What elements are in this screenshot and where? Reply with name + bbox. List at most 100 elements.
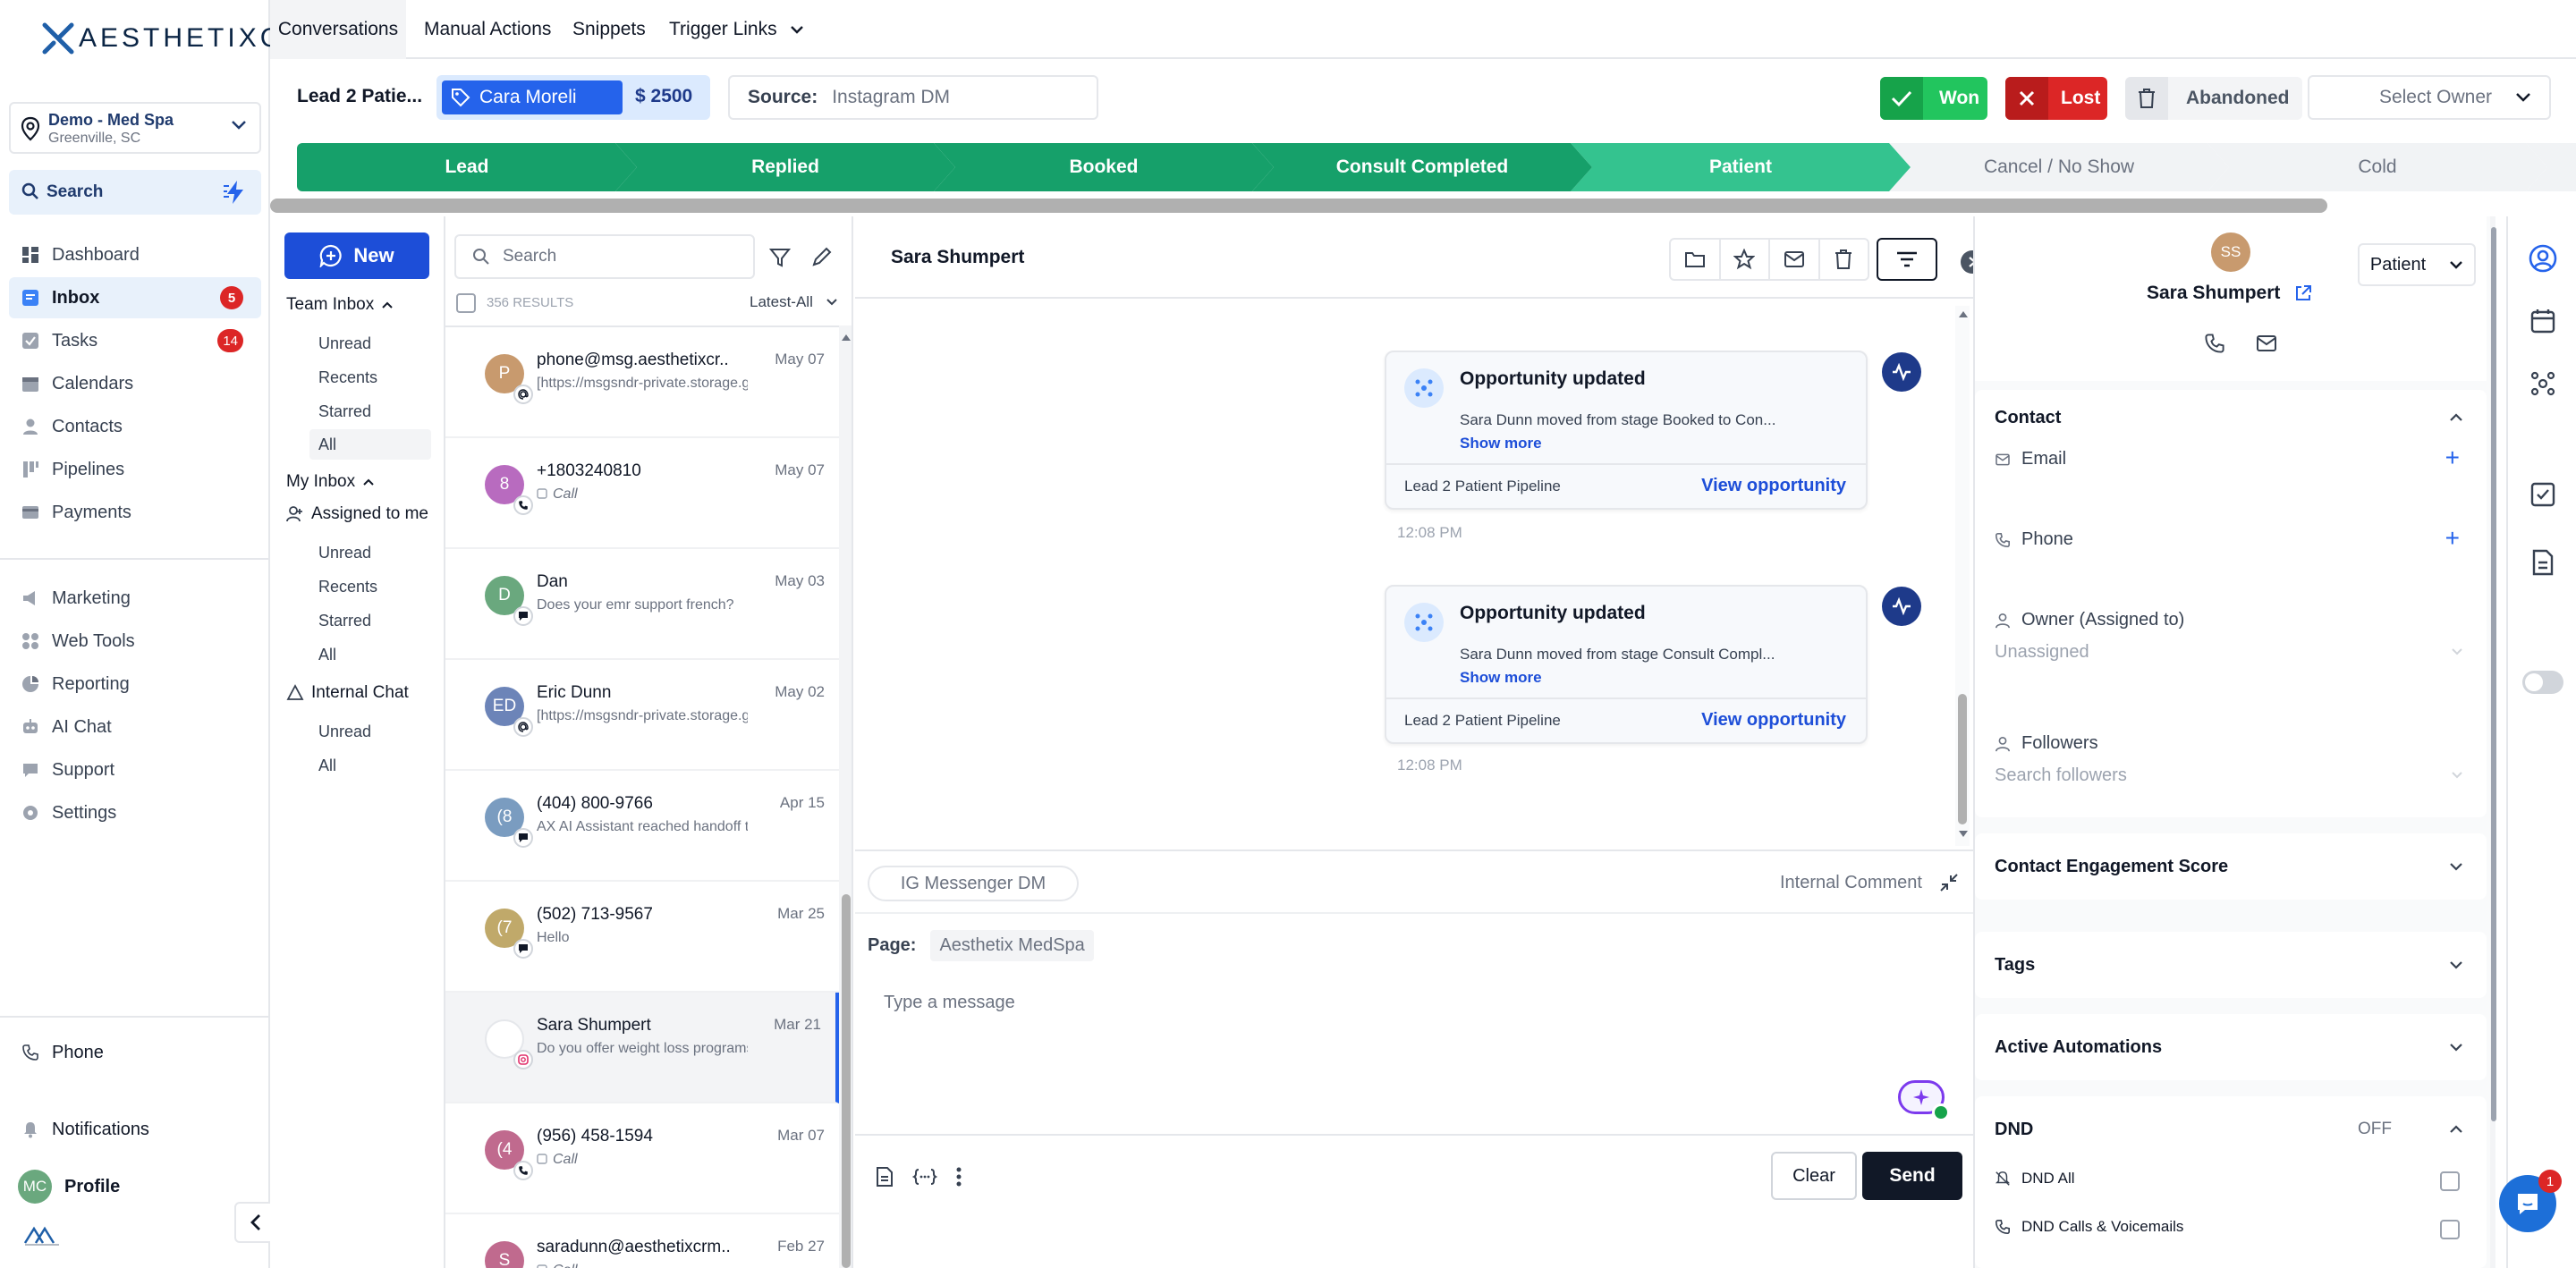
star-button[interactable] [1721,240,1770,279]
view-opportunity-link[interactable]: View opportunity [1701,476,1846,496]
rail-toggle-switch[interactable] [2522,671,2563,694]
conversation-search[interactable]: Search [454,234,755,279]
sidebar-item-pipelines[interactable]: Pipelines [9,449,261,490]
stage-lead[interactable]: Lead [297,143,637,191]
internal-chat-toggle[interactable]: Internal Chat [286,683,409,703]
tab-snippets[interactable]: Snippets [572,0,646,59]
stage-replied[interactable]: Replied [615,143,955,191]
chevron-up-icon[interactable] [2449,413,2463,422]
folder-internal-unread[interactable]: Unread [318,723,371,741]
folder-internal-all[interactable]: All [318,757,336,775]
engagement-score-section[interactable]: Contact Engagement Score [1975,833,2487,900]
abandoned-button[interactable]: Abandoned [2125,77,2302,120]
conversation-row[interactable]: ED Eric Dunn May 02 [https://msgsndr-privat… [445,660,839,771]
folder-team-recents[interactable]: Recents [318,368,377,387]
folder-my-starred[interactable]: Starred [318,612,371,630]
sidebar-item-phone[interactable]: Phone [9,1032,261,1073]
conversation-row[interactable]: (4 (956) 458-1594 Mar 07 Call [445,1103,839,1214]
tab-trigger-links[interactable]: Trigger Links [669,0,804,59]
call-contact-icon[interactable] [2204,333,2225,354]
sidebar-item-support[interactable]: Support [9,749,261,790]
email-contact-icon[interactable] [2256,334,2277,352]
sidebar-item-inbox[interactable]: Inbox 5 [9,277,261,318]
sidebar-item-notifications[interactable]: Notifications [9,1109,261,1150]
sidebar-item-ai-chat[interactable]: AI Chat [9,706,261,748]
folder-team-all[interactable]: All [309,429,431,460]
show-more-link[interactable]: Show more [1460,435,1542,452]
channel-selector[interactable]: IG Messenger DM [868,866,1079,901]
conversation-row[interactable]: 8 +1803240810 May 07 Call [445,438,839,549]
new-conversation-button[interactable]: New [284,232,429,279]
my-inbox-toggle[interactable]: My Inbox [286,472,375,492]
location-switcher[interactable]: Demo - Med Spa Greenville, SC [9,102,261,154]
notes-icon[interactable] [2528,547,2558,578]
opportunity-value[interactable]: $ 2500 [635,86,692,107]
clear-button[interactable]: Clear [1771,1152,1857,1200]
owner-select[interactable]: Unassigned [1995,635,2467,671]
rail-tasks-icon[interactable] [2528,479,2558,510]
stage-select[interactable]: Patient [2358,243,2476,286]
scroll-up-arrow-icon[interactable] [841,333,852,342]
contact-tag-chip[interactable]: Cara Moreli [442,80,623,114]
sort-select[interactable]: Latest-All [750,293,838,311]
assigned-to-me[interactable]: Assigned to me [286,504,428,524]
scroll-up-arrow-icon[interactable] [1958,309,1969,318]
sidebar-search[interactable]: Search [9,170,261,215]
message-input[interactable]: Type a message [884,993,1015,1013]
contact-profile-icon[interactable] [2528,243,2558,274]
filter-icon[interactable] [769,247,791,268]
conversation-row[interactable]: Ssaradunn@aesthetixcrm.. Feb 27 Call [445,1214,839,1268]
conversation-row[interactable]: (7 (502) 713-9567 Mar 25 Hello [445,882,839,993]
conversation-row[interactable]: (8 (404) 800-9766 Apr 15 AX AI Assistant re… [445,771,839,882]
source-field[interactable]: Source: Instagram DM [728,75,1098,120]
folder-team-starred[interactable]: Starred [318,402,371,421]
horizontal-scrollbar[interactable] [270,199,2327,213]
stage-cold[interactable]: Cold [2207,143,2547,191]
show-more-link[interactable]: Show more [1460,669,1542,687]
lost-button[interactable]: Lost [2005,77,2107,120]
owner-select[interactable]: Select Owner [2308,75,2551,120]
stage-consult-completed[interactable]: Consult Completed [1252,143,1592,191]
sidebar-item-reporting[interactable]: Reporting [9,664,261,705]
sidebar-item-profile[interactable]: MC Profile [9,1166,261,1207]
sidebar-item-tasks[interactable]: Tasks 14 [9,320,261,361]
section-header[interactable]: Contact [1995,408,2061,428]
collapse-composer-icon[interactable] [1939,873,1959,892]
conversation-row[interactable]: Sara Shumpert Mar 21 Do you offer weight l… [445,993,839,1103]
page-selector[interactable]: Page: Aesthetix MedSpa [868,930,1094,961]
appointments-icon[interactable] [2528,306,2558,336]
sidebar-item-settings[interactable]: Settings [9,792,261,833]
select-all-checkbox[interactable] [456,293,476,313]
mark-unread-button[interactable] [1770,240,1820,279]
stage-booked[interactable]: Booked [934,143,1274,191]
more-options-icon[interactable] [955,1166,962,1188]
external-link-icon[interactable] [2294,284,2312,302]
add-phone-button[interactable]: + [2445,526,2460,551]
opportunities-icon[interactable] [2528,368,2558,399]
conversation-row[interactable]: D Dan May 03 Does your emr support french? [445,549,839,660]
view-opportunity-link[interactable]: View opportunity [1701,710,1846,731]
panel-scroll-thumb[interactable] [2491,227,2496,1121]
chevron-up-icon[interactable] [2449,1125,2463,1134]
team-inbox-toggle[interactable]: Team Inbox [286,295,394,315]
section-header[interactable]: DND [1995,1120,2033,1140]
followers-select[interactable]: Search followers [1995,758,2467,794]
folder-team-unread[interactable]: Unread [318,334,371,353]
add-email-button[interactable]: + [2445,445,2460,470]
dnd-calls-checkbox[interactable] [2440,1220,2460,1239]
message-filter-button[interactable] [1877,238,1937,281]
tags-section[interactable]: Tags [1975,932,2487,998]
stage-patient[interactable]: Patient [1571,143,1911,191]
sidebar-item-web-tools[interactable]: Web Tools [9,621,261,662]
compose-icon[interactable] [810,247,832,268]
tab-conversations[interactable]: Conversations [270,0,406,59]
sidebar-item-marketing[interactable]: Marketing [9,578,261,619]
internal-comment-toggle[interactable]: Internal Comment [1780,873,1922,893]
sidebar-item-contacts[interactable]: Contacts [9,406,261,447]
tab-manual-actions[interactable]: Manual Actions [424,0,551,59]
template-icon[interactable] [875,1166,894,1188]
send-button[interactable]: Send [1862,1152,1962,1200]
chat-scroll-thumb[interactable] [1958,694,1967,824]
conversation-row[interactable]: Pphone@msg.aesthetixcr.. May 07 [https://m… [445,327,839,438]
scroll-down-arrow-icon[interactable] [1958,830,1969,839]
